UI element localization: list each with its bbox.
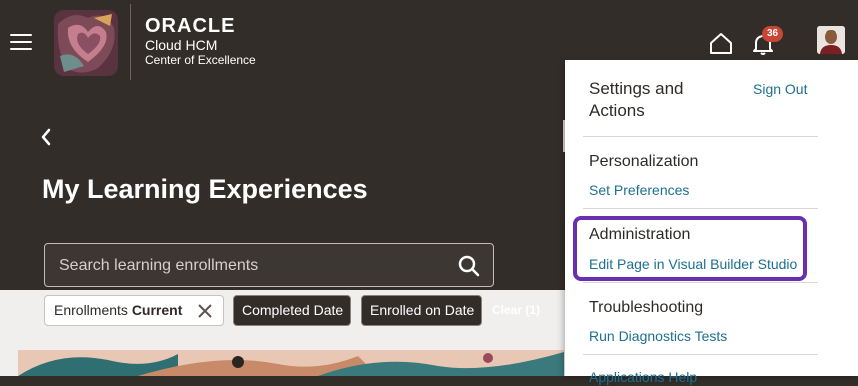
close-icon[interactable] bbox=[197, 303, 213, 319]
coe-logo-icon bbox=[54, 10, 118, 76]
logo-divider bbox=[130, 4, 131, 80]
administration-highlight bbox=[573, 216, 807, 281]
search-input[interactable] bbox=[57, 254, 441, 278]
set-preferences-link[interactable]: Set Preferences bbox=[589, 181, 689, 199]
banner-image bbox=[18, 350, 564, 376]
notification-badge: 36 bbox=[762, 26, 784, 42]
brand-name: ORACLE bbox=[145, 15, 236, 37]
run-diagnostics-link[interactable]: Run Diagnostics Tests bbox=[589, 327, 727, 345]
filter-chip-label: Enrollments bbox=[54, 302, 128, 318]
search-box bbox=[44, 243, 494, 287]
sign-out-link[interactable]: Sign Out bbox=[753, 81, 807, 97]
page-title: My Learning Experiences bbox=[42, 174, 368, 204]
filter-chip-completed-date[interactable]: Completed Date bbox=[233, 295, 351, 326]
filter-chip-enrollments[interactable]: Enrollments Current bbox=[44, 295, 224, 326]
divider bbox=[583, 136, 818, 137]
divider bbox=[583, 354, 818, 355]
filter-chip-value: Current bbox=[131, 302, 183, 318]
panel-title: Settings and Actions bbox=[589, 79, 684, 120]
divider bbox=[583, 208, 818, 209]
brand-product: Cloud HCM bbox=[145, 37, 218, 53]
brand-subtitle: Center of Excellence bbox=[145, 53, 256, 67]
applications-help-link[interactable]: Applications Help bbox=[589, 368, 697, 386]
divider bbox=[583, 282, 818, 283]
back-chevron-icon[interactable] bbox=[38, 126, 54, 148]
filter-chip-enrolled-date[interactable]: Enrolled on Date bbox=[361, 295, 482, 326]
menu-icon[interactable] bbox=[10, 34, 32, 50]
user-photo-icon bbox=[817, 26, 845, 54]
avatar[interactable] bbox=[817, 26, 845, 54]
home-icon[interactable] bbox=[709, 32, 733, 54]
clear-filters-link[interactable]: Clear (1) bbox=[492, 303, 540, 317]
section-heading-personalization: Personalization bbox=[589, 153, 699, 170]
search-icon[interactable] bbox=[457, 254, 481, 278]
section-heading-troubleshooting: Troubleshooting bbox=[589, 299, 704, 316]
